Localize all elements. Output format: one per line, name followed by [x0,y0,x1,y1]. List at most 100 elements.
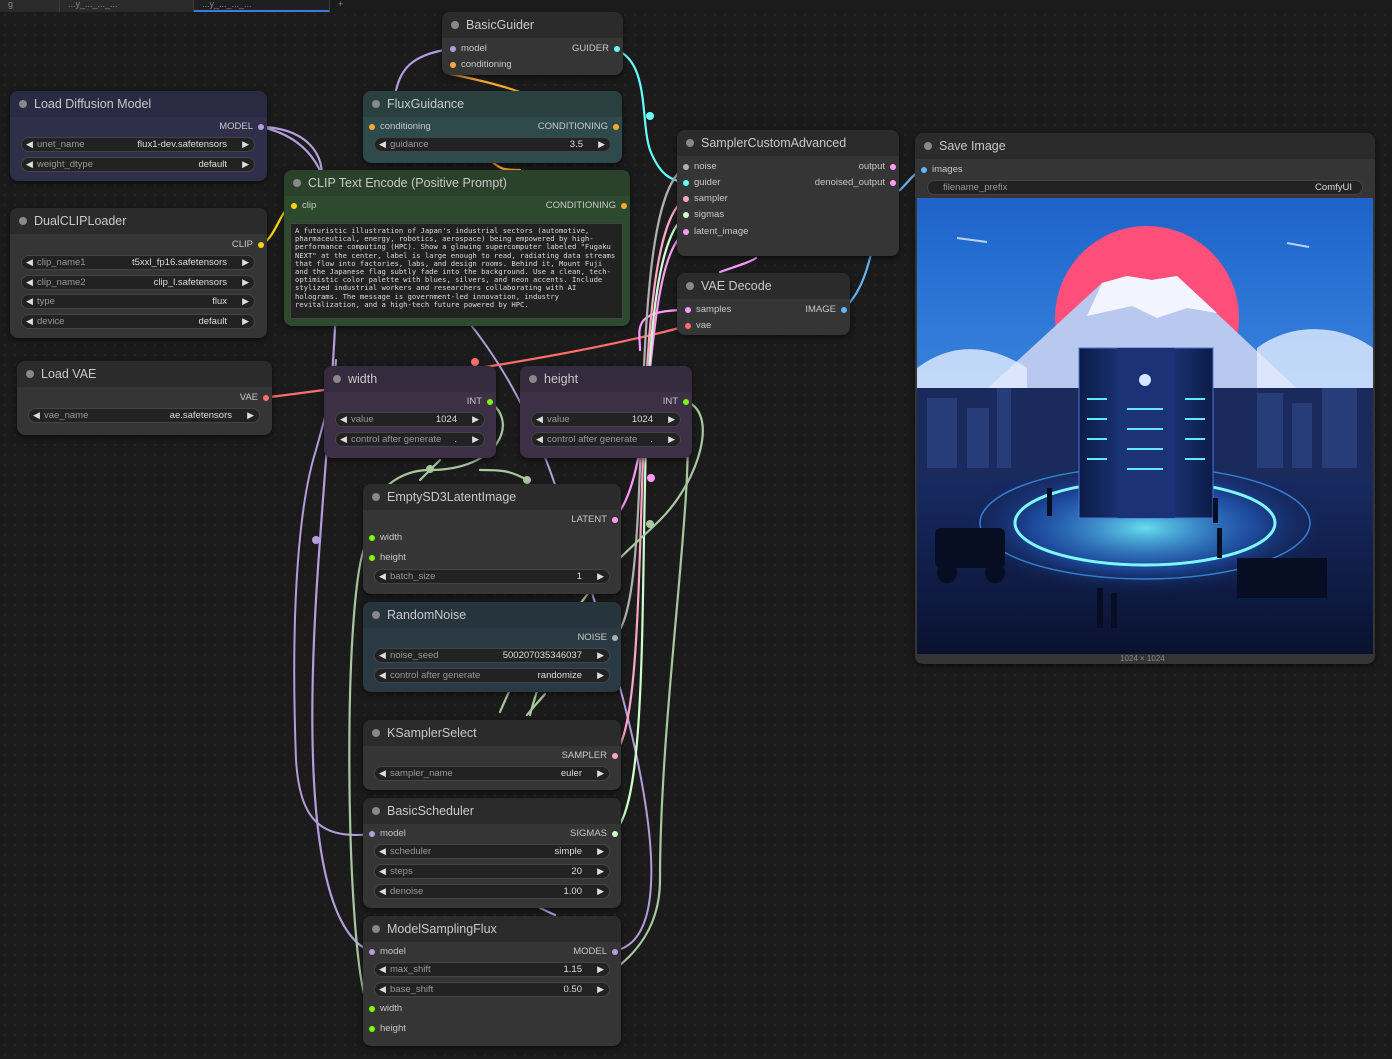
device-combo[interactable]: ◀ device default ▶ [21,314,255,329]
input-pin-icon[interactable] [369,1006,375,1012]
output-sigmas[interactable]: SIGMAS [570,827,621,841]
arrow-left-icon[interactable]: ◀ [379,649,386,662]
batch-size-number[interactable]: ◀ batch_size 1 ▶ [374,569,610,584]
input-latent-image[interactable]: latent_image [678,225,748,239]
node-title[interactable]: Load Diffusion Model [10,91,267,117]
node-title[interactable]: width [324,366,496,392]
input-model[interactable]: model [364,827,406,841]
arrow-right-icon[interactable]: ▶ [597,845,604,858]
arrow-right-icon[interactable]: ▶ [242,315,249,328]
output-pin-icon[interactable] [841,307,847,313]
arrow-right-icon[interactable]: ▶ [242,295,249,308]
node-title[interactable]: VAE Decode [677,273,850,299]
node-title[interactable]: Save Image [915,133,1375,159]
node-model-sampling-flux[interactable]: ModelSamplingFlux model MODEL ◀ max_shift… [363,916,621,1046]
node-width[interactable]: width INT ◀ value 1024 ▶ ◀ control after gen… [324,366,496,458]
collapse-dot-icon[interactable] [19,217,27,225]
node-dual-clip-loader[interactable]: DualCLIPLoader CLIP ◀ clip_name1 t5xxl_fp1… [10,208,267,338]
input-pin-icon[interactable] [685,307,691,313]
node-basic-guider[interactable]: BasicGuider model conditioning GUIDER [442,12,623,75]
workflow-tab[interactable]: g [0,0,60,12]
output-model[interactable]: MODEL [219,120,267,134]
collapse-dot-icon[interactable] [924,142,932,150]
scheduler-combo[interactable]: ◀ scheduler simple ▶ [374,844,610,859]
input-pin-icon[interactable] [683,212,689,218]
unet-name-combo[interactable]: ◀ unet_name flux1-dev.safetensors ▶ [21,137,255,152]
node-height[interactable]: height INT ◀ value 1024 ▶ ◀ control after ge… [520,366,692,458]
collapse-dot-icon[interactable] [686,282,694,290]
input-conditioning[interactable]: conditioning [364,120,431,134]
output-pin-icon[interactable] [612,831,618,837]
arrow-left-icon[interactable]: ◀ [26,158,33,171]
height-value-number[interactable]: ◀ value 1024 ▶ [531,412,681,427]
arrow-left-icon[interactable]: ◀ [26,138,33,151]
input-clip[interactable]: clip [286,199,316,213]
node-title[interactable]: ModelSamplingFlux [363,916,621,942]
weight-dtype-combo[interactable]: ◀ weight_dtype default ▶ [21,157,255,172]
output-pin-icon[interactable] [487,399,493,405]
node-title[interactable]: EmptySD3LatentImage [363,484,621,510]
node-clip-text-encode[interactable]: CLIP Text Encode (Positive Prompt) clip … [284,170,630,326]
arrow-left-icon[interactable]: ◀ [379,885,386,898]
node-ksampler-select[interactable]: KSamplerSelect SAMPLER ◀ sampler_name eule… [363,720,621,790]
arrow-right-icon[interactable]: ▶ [597,963,604,976]
arrow-left-icon[interactable]: ◀ [26,256,33,269]
output-vae[interactable]: VAE [240,391,272,405]
input-conditioning[interactable]: conditioning [445,58,512,72]
collapse-dot-icon[interactable] [293,179,301,187]
input-pin-icon[interactable] [369,1026,375,1032]
new-tab-button[interactable]: + [330,0,360,12]
output-model[interactable]: MODEL [573,945,621,959]
output-denoised[interactable]: denoised_output [815,176,899,190]
filename-prefix-text[interactable]: filename_prefix ComfyUI [927,180,1363,195]
base-shift-number[interactable]: ◀ base_shift 0.50 ▶ [374,982,610,997]
collapse-dot-icon[interactable] [451,21,459,29]
collapse-dot-icon[interactable] [372,807,380,815]
node-title[interactable]: KSamplerSelect [363,720,621,746]
node-sampler-custom-advanced[interactable]: SamplerCustomAdvanced noise guider sampl… [677,130,899,256]
arrow-right-icon[interactable]: ▶ [668,413,675,426]
output-pin-icon[interactable] [890,180,896,186]
input-width[interactable]: width [364,531,402,545]
collapse-dot-icon[interactable] [372,925,380,933]
collapse-dot-icon[interactable] [686,139,694,147]
collapse-dot-icon[interactable] [529,375,537,383]
type-combo[interactable]: ◀ type flux ▶ [21,294,255,309]
collapse-dot-icon[interactable] [26,370,34,378]
output-guider[interactable]: GUIDER [572,42,623,56]
node-vae-decode[interactable]: VAE Decode samples vae IMAGE [677,273,850,335]
arrow-right-icon[interactable]: ▶ [597,983,604,996]
node-title[interactable]: DualCLIPLoader [10,208,267,234]
output-pin-icon[interactable] [258,124,264,130]
arrow-right-icon[interactable]: ▶ [597,767,604,780]
denoise-number[interactable]: ◀ denoise 1.00 ▶ [374,884,610,899]
arrow-right-icon[interactable]: ▶ [247,409,254,422]
vae-name-combo[interactable]: ◀ vae_name ae.safetensors ▶ [28,408,260,423]
height-control-combo[interactable]: ◀ control after generate. ▶ [531,432,681,447]
noise-control-combo[interactable]: ◀ control after generate randomize ▶ [374,668,610,683]
arrow-left-icon[interactable]: ◀ [379,983,386,996]
output-int[interactable]: INT [467,395,496,409]
output-pin-icon[interactable] [621,203,627,209]
arrow-left-icon[interactable]: ◀ [33,409,40,422]
collapse-dot-icon[interactable] [372,493,380,501]
arrow-left-icon[interactable]: ◀ [379,963,386,976]
output-conditioning[interactable]: CONDITIONING [546,199,630,213]
output-pin-icon[interactable] [613,124,619,130]
collapse-dot-icon[interactable] [372,729,380,737]
input-noise[interactable]: noise [678,160,717,174]
node-load-diffusion-model[interactable]: Load Diffusion Model MODEL ◀ unet_name flu… [10,91,267,181]
arrow-right-icon[interactable]: ▶ [242,276,249,289]
output-pin-icon[interactable] [683,399,689,405]
input-pin-icon[interactable] [683,164,689,170]
input-pin-icon[interactable] [450,62,456,68]
input-pin-icon[interactable] [369,555,375,561]
arrow-left-icon[interactable]: ◀ [26,315,33,328]
guidance-number[interactable]: ◀ guidance 3.5 ▶ [374,137,611,152]
input-vae[interactable]: vae [680,319,711,333]
arrow-right-icon[interactable]: ▶ [242,138,249,151]
input-guider[interactable]: guider [678,176,720,190]
input-sampler[interactable]: sampler [678,192,728,206]
arrow-left-icon[interactable]: ◀ [536,433,543,446]
arrow-right-icon[interactable]: ▶ [668,433,675,446]
